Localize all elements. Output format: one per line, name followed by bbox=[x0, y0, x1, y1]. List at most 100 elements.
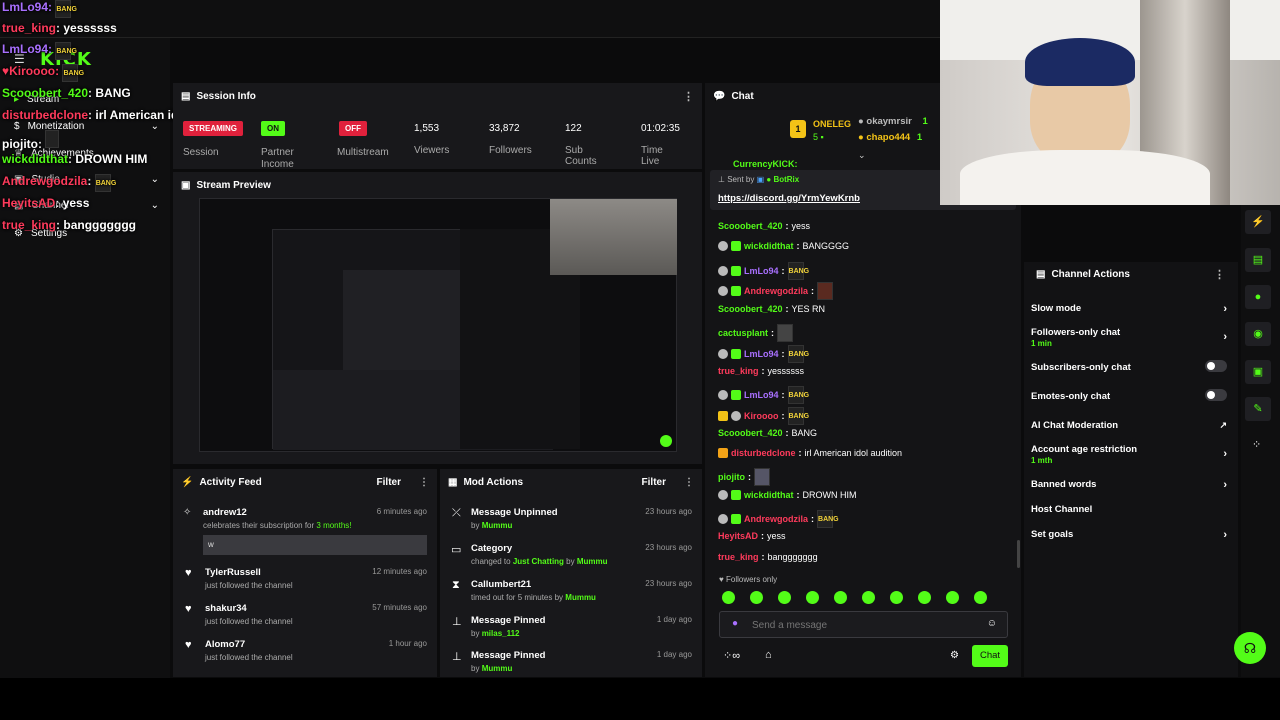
activity-item: TylerRussell just followed the channel 12 … bbox=[205, 567, 427, 590]
panel-title: Chat bbox=[731, 90, 754, 102]
emote bbox=[817, 282, 834, 300]
multistream-toggle[interactable]: OFF bbox=[339, 121, 367, 136]
partner-toggle[interactable]: ON bbox=[261, 121, 285, 136]
sparkle-icon: ✧ bbox=[183, 507, 192, 518]
chat-message: true_king: yessssss bbox=[718, 366, 805, 376]
emote-icon[interactable] bbox=[974, 591, 987, 604]
chat-message: cactusplant: bbox=[718, 324, 794, 342]
more-icon[interactable]: ⋮ bbox=[684, 477, 694, 488]
pin-icon: ⊥ bbox=[452, 651, 462, 663]
emote-icon[interactable] bbox=[750, 591, 763, 604]
slow-mode-option[interactable]: Slow mode › bbox=[1031, 303, 1227, 315]
emote-icon[interactable] bbox=[722, 591, 735, 604]
chevron-down-icon: ⌄ bbox=[150, 121, 159, 132]
mod-item: Category changed to Just Chatting by Mumm… bbox=[471, 543, 692, 566]
chat-scrollbar[interactable] bbox=[1017, 540, 1020, 568]
followers-only-option[interactable]: Followers-only chat 1 min › bbox=[1031, 327, 1227, 348]
support-button[interactable]: ☊ bbox=[1234, 632, 1266, 664]
emote-icon[interactable] bbox=[778, 591, 791, 604]
emoji-icon[interactable]: ☺ bbox=[987, 618, 997, 629]
more-icon[interactable]: ⋮ bbox=[1214, 268, 1225, 281]
overlay-chat-line: Andrewgodzila: BANG bbox=[2, 174, 116, 192]
stream-video[interactable] bbox=[199, 198, 677, 452]
chat-input-box[interactable]: ● ☺ bbox=[719, 611, 1008, 638]
chat-message: LmLo94: BANG bbox=[718, 386, 809, 404]
mod-item: Message Pinned by Mummu 1 day ago bbox=[471, 650, 692, 673]
more-icon[interactable]: ⋮ bbox=[419, 477, 429, 488]
emote bbox=[45, 130, 60, 148]
session-info-panel: ▤ Session Info ⋮ STREAMING ON OFF Session … bbox=[173, 83, 702, 170]
bang-emote: BANG bbox=[55, 42, 77, 60]
chat-icon: 💬 bbox=[713, 90, 726, 102]
document-icon[interactable]: ▤ bbox=[1245, 248, 1271, 272]
emotes-only-toggle[interactable] bbox=[1205, 389, 1227, 401]
mic-icon[interactable]: ● bbox=[732, 618, 738, 629]
emote-icon[interactable] bbox=[918, 591, 931, 604]
emotes-only-option[interactable]: Emotes-only chat bbox=[1031, 389, 1227, 402]
more-icon[interactable]: ⋮ bbox=[683, 90, 694, 103]
external-link-icon: ↗ bbox=[1219, 420, 1227, 430]
activity-feed-panel: ⚡ Activity Feed Filter ⋮ andrew12 celebrate… bbox=[173, 469, 437, 677]
top-gifter-badge: 1 bbox=[790, 120, 806, 138]
webcam-feed bbox=[550, 199, 677, 275]
host-channel-option[interactable]: Host Channel bbox=[1031, 504, 1227, 515]
filter-button[interactable]: Filter bbox=[377, 477, 401, 488]
emote-icon[interactable] bbox=[834, 591, 847, 604]
chevron-down-icon: ⌄ bbox=[150, 200, 159, 211]
emote-icon[interactable] bbox=[806, 591, 819, 604]
partner-label: Partner Income bbox=[261, 147, 294, 170]
badge-icon bbox=[718, 514, 728, 524]
chat-settings-icon[interactable]: ⚙ bbox=[950, 650, 959, 661]
overlay-chat-line: ♥Kiroooo: BANG bbox=[2, 64, 84, 82]
chat-bubble-icon[interactable]: ● bbox=[1245, 285, 1271, 309]
apps-icon[interactable]: ⁘ bbox=[1252, 438, 1261, 451]
shield-icon: ▦ bbox=[448, 476, 458, 488]
bolt-icon: ⚡ bbox=[181, 476, 194, 488]
play-icon[interactable] bbox=[660, 435, 672, 447]
hourglass-icon: ⧗ bbox=[452, 579, 460, 591]
broadcast-icon[interactable]: ◉ bbox=[1245, 322, 1271, 346]
store-icon[interactable]: ⌂ bbox=[765, 649, 772, 661]
banned-words-option[interactable]: Banned words › bbox=[1031, 479, 1227, 491]
pinned-link[interactable]: https://discord.gg/YrmYewKrnb bbox=[718, 193, 860, 204]
chat-message: LmLo94: BANG bbox=[718, 262, 809, 280]
info-icon: ▤ bbox=[181, 90, 191, 102]
chat-message: Kiroooo: BANG bbox=[718, 407, 809, 425]
sub-message: w bbox=[203, 535, 427, 555]
chat-message: disturbedclone: irl American idol auditi… bbox=[718, 448, 902, 458]
bang-emote: BANG bbox=[787, 386, 809, 404]
badge-icon bbox=[731, 411, 741, 421]
heart-icon: ♥ bbox=[185, 639, 192, 651]
mod-item: Message Unpinned by Mummu 23 hours ago bbox=[471, 507, 692, 530]
bang-emote: BANG bbox=[787, 262, 809, 280]
subscribers-only-toggle[interactable] bbox=[1205, 360, 1227, 372]
layout-icon[interactable]: ▣ bbox=[1245, 360, 1271, 384]
subscribers-only-option[interactable]: Subscribers-only chat bbox=[1031, 360, 1227, 373]
badge-icon bbox=[718, 349, 728, 359]
activity-item: andrew12 celebrates their subscription f… bbox=[203, 507, 427, 555]
heart-icon: ♥ bbox=[185, 567, 192, 579]
emote-icon[interactable] bbox=[890, 591, 903, 604]
ai-moderation-option[interactable]: AI Chat Moderation ↗ bbox=[1031, 420, 1227, 431]
gift-icon bbox=[718, 448, 728, 458]
send-chat-button[interactable]: Chat bbox=[972, 645, 1008, 667]
kick-points-icon[interactable]: ⁘∞ bbox=[723, 649, 740, 662]
crown-icon bbox=[718, 411, 728, 421]
gifter-item: ● chapo444 1 bbox=[858, 132, 923, 143]
sub-badge-icon bbox=[731, 349, 741, 359]
wrench-icon[interactable]: ✎ bbox=[1245, 397, 1271, 421]
preview-icon: ▣ bbox=[181, 179, 191, 191]
emote-icon[interactable] bbox=[946, 591, 959, 604]
panel-title: Mod Actions bbox=[463, 476, 524, 488]
expand-icon[interactable]: ⌄ bbox=[858, 150, 866, 161]
badge-icon bbox=[718, 286, 728, 296]
emote-icon[interactable] bbox=[862, 591, 875, 604]
set-goals-option[interactable]: Set goals › bbox=[1031, 529, 1227, 541]
filter-button[interactable]: Filter bbox=[642, 477, 666, 488]
panel-title: Stream Preview bbox=[196, 179, 271, 191]
account-age-option[interactable]: Account age restriction 1 mth › bbox=[1031, 444, 1227, 465]
chevron-down-icon: ⌄ bbox=[150, 174, 159, 185]
bolt-icon[interactable]: ⚡ bbox=[1245, 210, 1271, 234]
chevron-right-icon: › bbox=[1223, 448, 1227, 460]
chat-input[interactable] bbox=[752, 616, 972, 634]
